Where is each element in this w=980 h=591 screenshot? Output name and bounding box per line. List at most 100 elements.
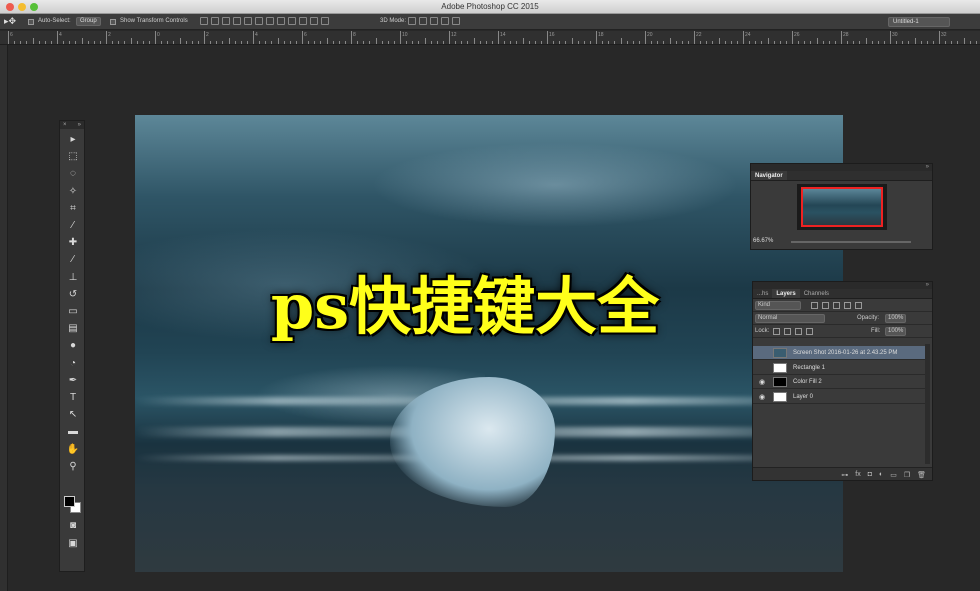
layer-row[interactable]: ◉ Color Fill 2 [753, 375, 925, 389]
kind-filter-dropdown[interactable]: Kind [755, 301, 801, 310]
type-filter-icon[interactable] [833, 302, 840, 309]
distribute-bottom-icon[interactable] [288, 17, 296, 25]
eraser-tool-icon[interactable]: ▭ [63, 305, 83, 319]
lock-transparent-icon[interactable] [773, 328, 780, 335]
zoom-tool-icon[interactable]: ⚲ [63, 460, 83, 474]
lock-position-icon[interactable] [795, 328, 802, 335]
navigator-preview[interactable] [797, 184, 887, 230]
blur-tool-icon[interactable]: ● [63, 339, 83, 353]
link-icon[interactable]: ⊶ [841, 471, 848, 479]
type-tool-icon[interactable]: T [63, 391, 83, 405]
rotate-3d-icon[interactable] [408, 17, 416, 25]
slide-3d-icon[interactable] [441, 17, 449, 25]
distribute-hcenter-icon[interactable] [310, 17, 318, 25]
rectangle-tool-icon[interactable]: ▬ [63, 425, 83, 439]
crop-tool-icon[interactable]: ⌗ [63, 202, 83, 216]
align-left-icon[interactable] [233, 17, 241, 25]
collapse-icon[interactable]: » [78, 121, 81, 129]
align-vcenter-icon[interactable] [211, 17, 219, 25]
adjustment-icon[interactable]: ◐ [879, 471, 883, 479]
lock-pixels-icon[interactable] [784, 328, 791, 335]
close-icon[interactable]: × [63, 121, 67, 129]
document-selector[interactable]: Untitled-1 [888, 17, 950, 27]
ruler-tick [185, 41, 187, 44]
shape-filter-icon[interactable] [844, 302, 851, 309]
smart-filter-icon[interactable] [855, 302, 862, 309]
brush-tool-icon[interactable]: ∕ [63, 253, 83, 267]
layer-name[interactable]: Color Fill 2 [793, 379, 822, 385]
history-brush-tool-icon[interactable]: ↺ [63, 288, 83, 302]
screen-mode-icon[interactable]: ▣ [63, 537, 83, 551]
ruler-top[interactable]: 6 4 2 0 2 4 6 8 10 12 14 16 18 20 22 24 26 28 30 32 [0, 31, 980, 45]
align-hcenter-icon[interactable] [244, 17, 252, 25]
eye-icon[interactable]: ◉ [759, 378, 765, 386]
distribute-vcenter-icon[interactable] [277, 17, 285, 25]
ruler-tick [559, 41, 561, 44]
layer-name[interactable]: Screen Shot 2016-01-26 at 2.43.25 PM [793, 350, 897, 356]
layers-scrollbar[interactable] [925, 344, 930, 464]
move-tool-icon[interactable]: ▸✥ [4, 16, 16, 27]
auto-select-checkbox[interactable] [28, 19, 34, 25]
layer-name[interactable]: Layer 0 [793, 394, 813, 400]
group-icon[interactable]: ▭ [890, 471, 897, 479]
panel-collapse-grip[interactable]: » [753, 282, 932, 289]
eyedropper-tool-icon[interactable]: ⁄ [63, 219, 83, 233]
scale-3d-icon[interactable] [452, 17, 460, 25]
ruler-tick [442, 41, 444, 44]
new-layer-icon[interactable]: ❐ [904, 471, 910, 479]
lock-all-icon[interactable] [806, 328, 813, 335]
ruler-left[interactable] [0, 45, 8, 591]
tab-paths[interactable]: ...hs [753, 289, 772, 298]
move-tool-icon[interactable]: ▸ [63, 133, 83, 147]
layer-row[interactable]: Rectangle 1 [753, 361, 925, 375]
navigator-zoom-value[interactable]: 66.67% [753, 238, 773, 244]
marquee-tool-icon[interactable]: ⬚ [63, 150, 83, 164]
healing-brush-tool-icon[interactable]: ✚ [63, 236, 83, 250]
adjustment-filter-icon[interactable] [822, 302, 829, 309]
align-right-icon[interactable] [255, 17, 263, 25]
layer-row[interactable]: ◉ Layer 0 [753, 390, 925, 404]
ruler-tick [932, 41, 934, 44]
distribute-left-icon[interactable] [299, 17, 307, 25]
align-bottom-icon[interactable] [222, 17, 230, 25]
roll-3d-icon[interactable] [419, 17, 427, 25]
opacity-field[interactable]: 100% [885, 314, 907, 323]
path-select-tool-icon[interactable]: ↖ [63, 408, 83, 422]
navigator-zoom-slider[interactable] [791, 241, 911, 243]
ruler-tick [865, 38, 867, 44]
hand-tool-icon[interactable]: ✋ [63, 443, 83, 457]
fx-icon[interactable]: fx [855, 471, 860, 479]
ruler-tick [718, 38, 720, 44]
foreground-color-swatch[interactable] [64, 496, 75, 507]
distribute-right-icon[interactable] [321, 17, 329, 25]
tab-layers[interactable]: Layers [772, 289, 800, 298]
pixel-filter-icon[interactable] [811, 302, 818, 309]
gradient-tool-icon[interactable]: ▤ [63, 322, 83, 336]
tab-navigator[interactable]: Navigator [751, 171, 787, 180]
layers-footer-icons: ⊶ fx ◘ ◐ ▭ ❐ 🗑 [841, 471, 926, 479]
navigator-view-box[interactable] [801, 187, 883, 227]
layer-thumbnail [773, 362, 787, 373]
drag-3d-icon[interactable] [430, 17, 438, 25]
align-top-icon[interactable] [200, 17, 208, 25]
ruler-tick [645, 31, 646, 44]
blend-mode-dropdown[interactable]: Normal [755, 314, 825, 323]
dodge-tool-icon[interactable]: ◔ [63, 357, 83, 371]
tab-channels[interactable]: Channels [800, 289, 833, 298]
pen-tool-icon[interactable]: ✒ [63, 374, 83, 388]
quick-select-tool-icon[interactable]: ✧ [63, 185, 83, 199]
quick-mask-icon[interactable]: ◙ [63, 519, 83, 533]
fill-field[interactable]: 100% [885, 327, 907, 336]
eye-icon[interactable]: ◉ [759, 393, 765, 401]
mask-icon[interactable]: ◘ [868, 471, 872, 479]
trash-icon[interactable]: 🗑 [917, 471, 926, 479]
auto-select-dropdown[interactable]: Group [76, 17, 101, 26]
ruler-tick [32, 38, 34, 44]
layer-row[interactable]: Screen Shot 2016-01-26 at 2.43.25 PM [753, 346, 925, 360]
lasso-tool-icon[interactable]: ◌ [63, 167, 83, 181]
panel-collapse-grip[interactable]: » [751, 164, 932, 171]
distribute-top-icon[interactable] [266, 17, 274, 25]
show-transform-checkbox[interactable] [110, 19, 116, 25]
clone-stamp-tool-icon[interactable]: ⊥ [63, 271, 83, 285]
layer-name[interactable]: Rectangle 1 [793, 365, 825, 371]
